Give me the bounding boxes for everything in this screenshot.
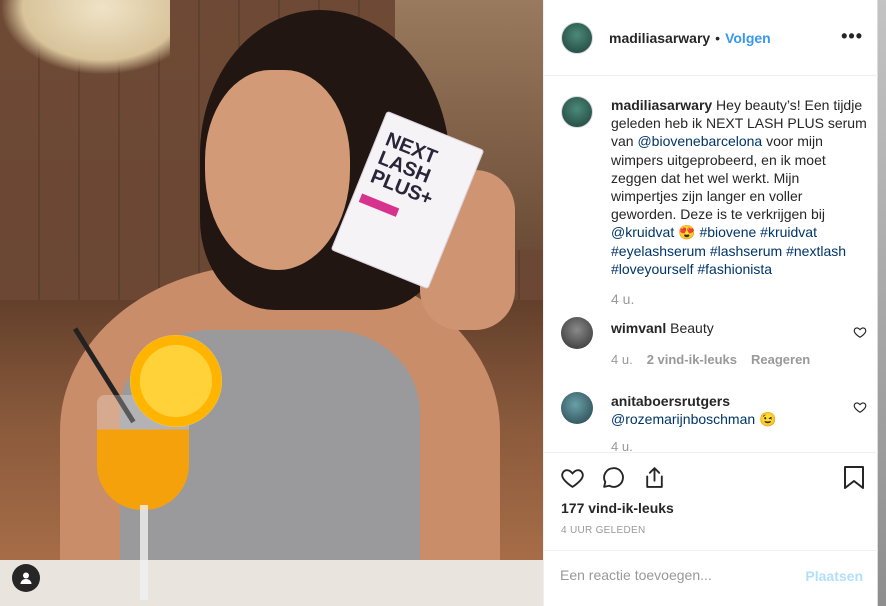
more-options-icon[interactable]: •••	[841, 27, 863, 45]
product-stripe	[358, 193, 400, 217]
comment-body: Beauty	[666, 320, 714, 336]
add-comment-bar: Plaatsen	[544, 550, 879, 606]
header-separator: •	[715, 29, 721, 46]
photo-glass-stem	[140, 505, 148, 600]
comments-list[interactable]: madiliasarwary Hey beauty’s! Een tijdje …	[544, 77, 879, 452]
comment-avatar[interactable]	[561, 317, 593, 349]
reply-button[interactable]: Reageren	[751, 352, 810, 367]
post-comment-button[interactable]: Plaatsen	[805, 568, 863, 584]
photo-person-face	[205, 70, 350, 270]
list-item: anitaboersrutgers @rozemarijnboschman 😉	[561, 392, 871, 428]
post-timestamp: 4 UUR GELEDEN	[561, 525, 646, 536]
likes-count[interactable]: 177 vind-ik-leuks	[561, 500, 674, 516]
caption-emoji: 😍	[674, 224, 700, 241]
tagged-user-icon[interactable]	[12, 564, 40, 592]
caption-text: madiliasarwary Hey beauty’s! Een tijdje …	[611, 96, 869, 278]
post-actions: 177 vind-ik-leuks 4 UUR GELEDEN	[544, 452, 879, 558]
photo-orange-slice	[130, 335, 222, 427]
comment-text: anitaboersrutgers @rozemarijnboschman 😉	[611, 392, 851, 428]
post-side-panel: madiliasarwary • Volgen ••• madiliasarwa…	[543, 0, 879, 606]
comment-timestamp: 4 u.	[611, 439, 633, 451]
comment-icon[interactable]	[601, 465, 626, 490]
heart-outline-icon[interactable]	[853, 325, 867, 342]
post-photo[interactable]: NEXT LASH PLUS+	[0, 0, 543, 606]
caption-username[interactable]: madiliasarwary	[611, 97, 712, 113]
avatar[interactable]	[561, 21, 593, 54]
bookmark-icon[interactable]	[843, 465, 865, 493]
user-icon	[20, 572, 32, 584]
follow-button[interactable]: Volgen	[725, 30, 771, 46]
caption-mention-biovenebarcelona[interactable]: @biovenebarcelona	[637, 133, 762, 149]
header-username[interactable]: madiliasarwary	[609, 30, 710, 46]
caption: madiliasarwary Hey beauty’s! Een tijdje …	[561, 96, 871, 278]
list-item: wimvanl Beauty	[561, 317, 871, 349]
heart-outline-icon[interactable]	[853, 400, 867, 417]
share-icon[interactable]	[642, 465, 667, 490]
heart-icon[interactable]	[560, 465, 585, 490]
comment-timestamp: 4 u.	[611, 352, 633, 367]
comment-mention[interactable]: @rozemarijnboschman	[611, 411, 755, 427]
action-icons	[560, 465, 667, 490]
comment-text: wimvanl Beauty	[611, 317, 851, 349]
post-header: madiliasarwary • Volgen •••	[544, 0, 879, 76]
comment-avatar[interactable]	[561, 392, 593, 424]
photo-lamp	[0, 0, 170, 75]
caption-timestamp: 4 u.	[611, 291, 635, 307]
background-strip	[878, 0, 886, 606]
comment-emoji: 😉	[755, 411, 777, 427]
photo-table	[0, 560, 543, 606]
comment-username[interactable]: wimvanl	[611, 320, 666, 336]
comment-likes[interactable]: 2 vind-ik-leuks	[647, 352, 737, 367]
caption-avatar[interactable]	[561, 96, 593, 128]
comment-username[interactable]: anitaboersrutgers	[611, 393, 730, 409]
caption-mention-kruidvat[interactable]: @kruidvat	[611, 224, 674, 240]
comment-meta: 4 u. 2 vind-ik-leuks Reageren	[611, 352, 810, 367]
comment-input[interactable]	[560, 567, 790, 583]
